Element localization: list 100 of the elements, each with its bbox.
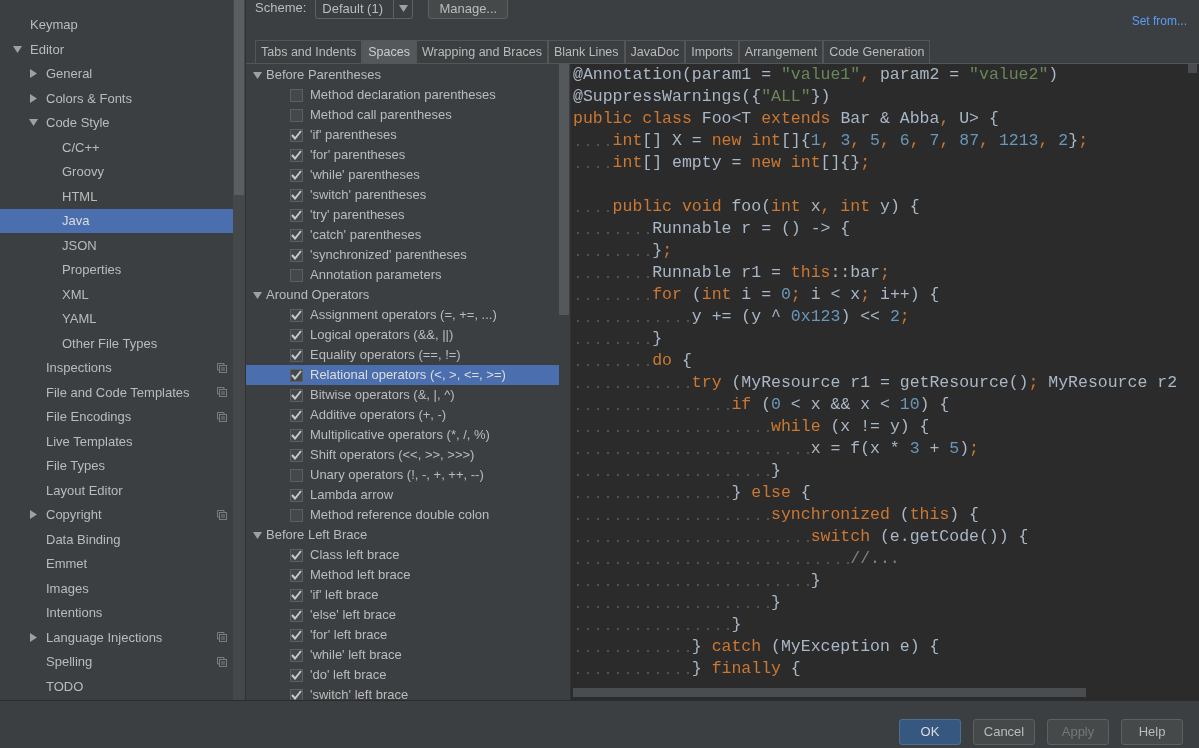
checkbox[interactable] xyxy=(290,268,303,282)
sidebar-item[interactable]: File Encodings xyxy=(0,404,233,429)
sidebar-item[interactable]: Java xyxy=(0,208,233,233)
option-row[interactable]: Assignment operators (=, +=, ...) xyxy=(246,305,559,325)
sidebar-item[interactable]: XML xyxy=(0,282,233,307)
option-row[interactable]: 'synchronized' parentheses xyxy=(246,245,559,265)
option-row[interactable]: Lambda arrow xyxy=(246,485,559,505)
sidebar-item[interactable]: Layout Editor xyxy=(0,478,233,503)
expand-arrow-icon[interactable] xyxy=(29,510,38,520)
scrollbar[interactable] xyxy=(559,64,569,315)
checkbox[interactable] xyxy=(290,348,303,362)
option-row[interactable]: Method call parentheses xyxy=(246,105,559,125)
scrollbar[interactable] xyxy=(233,0,245,700)
sidebar-item[interactable]: Colors & Fonts xyxy=(0,86,233,111)
option-row[interactable]: 'while' parentheses xyxy=(246,165,559,185)
checkbox[interactable] xyxy=(290,368,303,382)
sidebar-item[interactable]: TODO xyxy=(0,674,233,699)
dialog-button[interactable]: Help xyxy=(1121,719,1183,745)
tab[interactable]: Imports xyxy=(685,40,739,63)
sidebar-item[interactable]: Data Binding xyxy=(0,527,233,552)
option-row[interactable]: 'if' left brace xyxy=(246,585,559,605)
group-header[interactable]: Before Parentheses xyxy=(246,65,559,85)
sidebar-item[interactable]: Keymap xyxy=(0,12,233,37)
option-row[interactable]: 'switch' parentheses xyxy=(246,185,559,205)
option-row[interactable]: Equality operators (==, !=) xyxy=(246,345,559,365)
checkbox[interactable] xyxy=(290,88,303,102)
checkbox[interactable] xyxy=(290,488,303,502)
checkbox[interactable] xyxy=(290,628,303,642)
scrollbar[interactable] xyxy=(573,688,1086,697)
checkbox[interactable] xyxy=(290,148,303,162)
checkbox[interactable] xyxy=(290,408,303,422)
sidebar-item[interactable]: File and Code Templates xyxy=(0,380,233,405)
tab[interactable]: Wrapping and Braces xyxy=(415,40,548,63)
checkbox[interactable] xyxy=(290,188,303,202)
set-from-link[interactable]: Set from... xyxy=(1131,12,1187,30)
checkbox[interactable] xyxy=(290,108,303,122)
checkbox[interactable] xyxy=(290,128,303,142)
option-row[interactable]: 'try' parentheses xyxy=(246,205,559,225)
scheme-dropdown[interactable]: Default (1) xyxy=(315,0,414,19)
sidebar-item[interactable]: Properties xyxy=(0,257,233,282)
option-row[interactable]: 'for' parentheses xyxy=(246,145,559,165)
option-row[interactable]: 'for' left brace xyxy=(246,625,559,645)
sidebar-item[interactable]: Code Style xyxy=(0,110,233,135)
option-row[interactable]: 'do' left brace xyxy=(246,665,559,685)
tab[interactable]: Code Generation xyxy=(823,40,931,63)
sidebar-item[interactable]: General xyxy=(0,61,233,86)
checkbox[interactable] xyxy=(290,548,303,562)
expand-arrow-icon[interactable] xyxy=(29,69,38,79)
collapse-arrow-icon[interactable] xyxy=(13,44,22,54)
sidebar-item[interactable]: Editor xyxy=(0,37,233,62)
option-row[interactable]: Method declaration parentheses xyxy=(246,85,559,105)
sidebar-item[interactable]: File Types xyxy=(0,453,233,478)
checkbox[interactable] xyxy=(290,248,303,262)
option-row[interactable]: Class left brace xyxy=(246,545,559,565)
checkbox[interactable] xyxy=(290,688,303,700)
option-row[interactable]: Bitwise operators (&, |, ^) xyxy=(246,385,559,405)
checkbox[interactable] xyxy=(290,208,303,222)
checkbox[interactable] xyxy=(290,328,303,342)
option-row[interactable]: Relational operators (<, >, <=, >=) xyxy=(246,365,559,385)
option-row[interactable]: Annotation parameters xyxy=(246,265,559,285)
checkbox[interactable] xyxy=(290,308,303,322)
checkbox[interactable] xyxy=(290,388,303,402)
sidebar-item[interactable]: Other File Types xyxy=(0,331,233,356)
checkbox[interactable] xyxy=(290,648,303,662)
sidebar-item[interactable]: Emmet xyxy=(0,551,233,576)
sidebar-item[interactable]: C/C++ xyxy=(0,135,233,160)
sidebar-item[interactable]: Inspections xyxy=(0,355,233,380)
checkbox[interactable] xyxy=(290,448,303,462)
group-header[interactable]: Before Left Brace xyxy=(246,525,559,545)
sidebar-item[interactable]: Language Injections xyxy=(0,625,233,650)
checkbox[interactable] xyxy=(290,168,303,182)
option-row[interactable]: Method left brace xyxy=(246,565,559,585)
scrollbar[interactable] xyxy=(1188,64,1197,73)
tab[interactable]: Arrangement xyxy=(738,40,824,63)
collapse-arrow-icon[interactable] xyxy=(253,530,262,540)
group-header[interactable]: Around Operators xyxy=(246,285,559,305)
sidebar-item[interactable]: Groovy xyxy=(0,159,233,184)
checkbox[interactable] xyxy=(290,428,303,442)
sidebar-item[interactable]: YAML xyxy=(0,306,233,331)
tab[interactable]: JavaDoc xyxy=(624,40,686,63)
sidebar-item[interactable]: Images xyxy=(0,576,233,601)
dialog-button[interactable]: OK xyxy=(899,719,961,745)
option-row[interactable]: 'if' parentheses xyxy=(246,125,559,145)
sidebar-item[interactable]: Copyright xyxy=(0,502,233,527)
option-row[interactable]: Unary operators (!, -, +, ++, --) xyxy=(246,465,559,485)
option-row[interactable]: 'else' left brace xyxy=(246,605,559,625)
collapse-arrow-icon[interactable] xyxy=(253,70,262,80)
checkbox[interactable] xyxy=(290,568,303,582)
tab[interactable]: Spaces xyxy=(362,40,416,63)
sidebar-item[interactable]: HTML xyxy=(0,184,233,209)
option-row[interactable]: Logical operators (&&, ||) xyxy=(246,325,559,345)
sidebar-item[interactable]: Intentions xyxy=(0,600,233,625)
option-row[interactable]: Multiplicative operators (*, /, %) xyxy=(246,425,559,445)
option-row[interactable]: 'catch' parentheses xyxy=(246,225,559,245)
checkbox[interactable] xyxy=(290,468,303,482)
expand-arrow-icon[interactable] xyxy=(29,93,38,103)
checkbox[interactable] xyxy=(290,588,303,602)
tab[interactable]: Blank Lines xyxy=(547,40,625,63)
manage-button[interactable]: Manage... xyxy=(428,0,509,19)
sidebar-item[interactable]: Spelling xyxy=(0,649,233,674)
